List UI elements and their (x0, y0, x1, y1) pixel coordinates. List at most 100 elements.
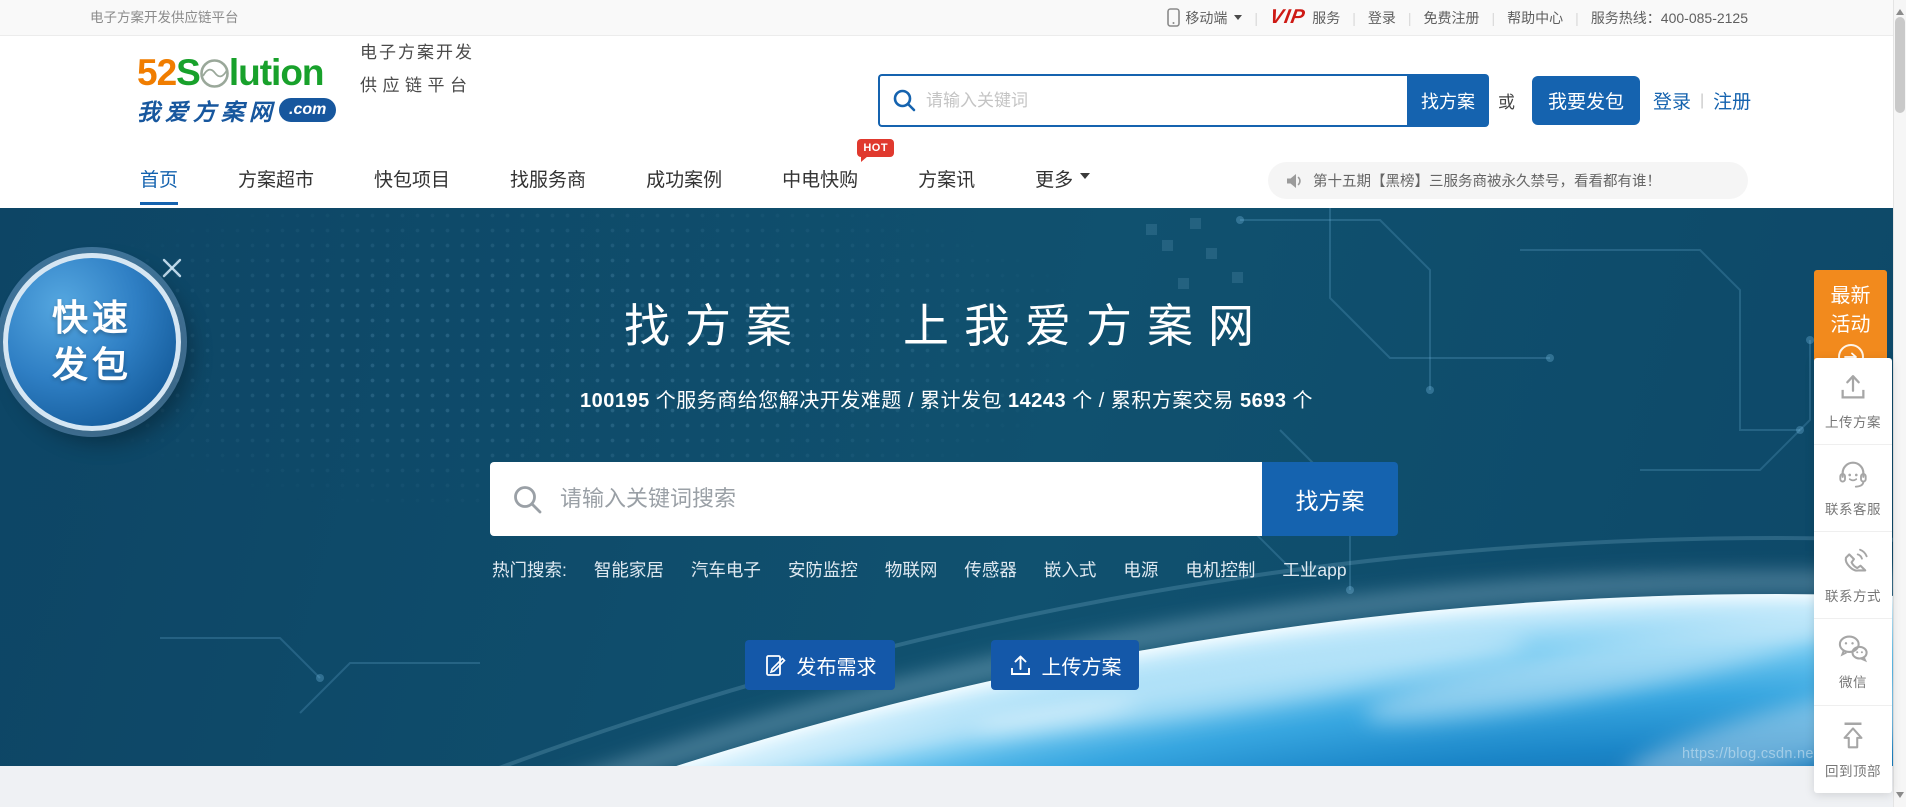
stat-dispatched: 14243 (1008, 390, 1066, 412)
headset-icon (1836, 458, 1870, 490)
nav-item-cec-quickbuy[interactable]: 中电快购 HOT (782, 165, 858, 192)
header-register-link[interactable]: 注册 (1713, 87, 1751, 114)
search-icon (892, 88, 917, 118)
speaker-icon (1286, 173, 1304, 189)
sidebar-contact-support[interactable]: 联系客服 (1814, 445, 1892, 532)
stat-deals: 5693 (1240, 390, 1287, 412)
announcement-text: 第十五期【黑榜】三服务商被永久禁号，看看都有谁！ (1313, 170, 1661, 191)
stat-text-1: 个服务商给您解决开发难题 / 累计发包 (650, 390, 1008, 412)
banner-title-right: 上我爱方案网 (903, 300, 1269, 352)
logo-cn-line: 我爱方案网 .com (137, 93, 607, 127)
sidebar-item-label: 微信 (1839, 671, 1867, 691)
post-project-button[interactable]: 我要发包 (1532, 76, 1640, 125)
hot-keyword[interactable]: 电机控制 (1185, 557, 1255, 582)
mobile-label: 移动端 (1185, 8, 1227, 28)
nav-item-label: 更多 (1035, 170, 1073, 191)
chevron-down-icon (1080, 173, 1090, 184)
activity-line2: 活动 (1814, 311, 1887, 340)
hot-search-row: 热门搜索: 智能家居 汽车电子 安防监控 物联网 传感器 嵌入式 电源 电机控制… (492, 557, 1347, 582)
scroll-down-arrow[interactable] (1896, 792, 1904, 802)
banner-search: 找方案 (490, 462, 1398, 536)
stat-text-3: 个 (1286, 390, 1313, 412)
divider: | (1406, 10, 1414, 26)
sidebar-contact-info[interactable]: 联系方式 (1814, 532, 1892, 619)
logo-wave-o-icon (199, 58, 230, 93)
logo-52: 52 (137, 54, 176, 91)
nav-item-quick-projects[interactable]: 快包项目 (374, 165, 450, 192)
nav-item-label: 中电快购 (782, 170, 858, 191)
sidebar-item-label: 联系客服 (1825, 498, 1881, 518)
banner-title-left: 找方案 (624, 300, 807, 352)
scroll-up-arrow[interactable] (1896, 5, 1904, 15)
sidebar-back-to-top[interactable]: 回到顶部 (1814, 706, 1892, 793)
sidebar-item-label: 上传方案 (1825, 411, 1881, 431)
hot-keyword[interactable]: 汽车电子 (691, 557, 761, 582)
publish-demand-button[interactable]: 发布需求 (745, 640, 895, 690)
sidebar-wechat[interactable]: 微信 (1814, 619, 1892, 706)
sidebar-item-label: 联系方式 (1825, 585, 1881, 605)
upload-solution-label: 上传方案 (1042, 651, 1122, 680)
upload-solution-button[interactable]: 上传方案 (991, 640, 1139, 690)
nav-item-news[interactable]: 方案讯 (918, 165, 975, 192)
nav-item-more[interactable]: 更多 (1035, 165, 1090, 192)
free-register-link[interactable]: 免费注册 (1424, 8, 1480, 28)
nav-item-success-cases[interactable]: 成功案例 (646, 165, 722, 192)
logo-tagline-2: 供应链平台 (360, 71, 474, 96)
banner-title: 找方案 上我爱方案网 (0, 290, 1893, 356)
logo-solution-rest: lution (229, 54, 324, 91)
hot-keyword[interactable]: 工业app (1282, 557, 1346, 582)
divider: | (1350, 10, 1358, 26)
divider: | (1252, 10, 1260, 26)
hot-keyword[interactable]: 安防监控 (788, 557, 858, 582)
sidebar-item-label: 回到顶部 (1825, 760, 1881, 780)
search-icon (512, 484, 543, 520)
login-link[interactable]: 登录 (1368, 8, 1396, 28)
latest-activity-button[interactable]: 最新 活动 (1814, 270, 1887, 366)
stat-providers: 100195 (580, 390, 650, 412)
banner-search-input[interactable] (490, 462, 1262, 536)
header-auth: 登录 | 注册 (1653, 87, 1751, 114)
nav-item-solution-market[interactable]: 方案超市 (238, 165, 314, 192)
logo-tagline-1: 电子方案开发 (360, 38, 474, 63)
hot-keyword[interactable]: 物联网 (885, 557, 938, 582)
nav-item-find-providers[interactable]: 找服务商 (510, 165, 586, 192)
banner-stats: 100195 个服务商给您解决开发难题 / 累计发包 14243 个 / 累积方… (0, 384, 1893, 413)
header-search: 找方案 (878, 74, 1489, 127)
platform-tagline: 电子方案开发供应链平台 (90, 0, 239, 35)
logo-solution-s: S (176, 54, 200, 91)
header-search-input[interactable] (878, 74, 1407, 127)
caret-down-icon (1234, 15, 1242, 24)
hot-search-label: 热门搜索: (492, 557, 567, 582)
edit-icon (764, 654, 787, 677)
hot-keyword[interactable]: 电源 (1123, 557, 1158, 582)
header-search-button[interactable]: 找方案 (1407, 74, 1489, 127)
help-center-link[interactable]: 帮助中心 (1507, 8, 1563, 28)
service-hotline: 服务热线：400-085-2125 (1591, 8, 1748, 28)
main-nav: 首页 方案超市 快包项目 找服务商 成功案例 中电快购 HOT 方案讯 更多 第… (0, 145, 1893, 208)
nav-item-home[interactable]: 首页 (140, 165, 178, 192)
back-to-top-icon (1837, 720, 1869, 752)
sidebar-upload-solution[interactable]: 上传方案 (1814, 358, 1892, 445)
top-utility-bar: 电子方案开发供应链平台 移动端 | VIP 服务 | 登录 | 免费注册 | 帮… (0, 0, 1893, 36)
close-icon[interactable] (160, 256, 184, 285)
phone-icon (1837, 545, 1869, 577)
hero-banner: 快速 发包 找方案上我爱方案网 100195 个服务商给您解决开发难题 / 累计… (0, 208, 1893, 766)
scrollbar[interactable] (1893, 0, 1906, 807)
header-login-link[interactable]: 登录 (1653, 87, 1691, 114)
mobile-phone-icon (1167, 8, 1180, 27)
hot-keyword[interactable]: 传感器 (964, 557, 1017, 582)
mobile-menu[interactable]: 移动端 (1167, 8, 1242, 28)
hot-badge: HOT (857, 139, 894, 157)
divider: | (1573, 10, 1581, 26)
activity-line1: 最新 (1814, 282, 1887, 311)
topbar-links: 移动端 | VIP 服务 | 登录 | 免费注册 | 帮助中心 | 服务热线：4… (1167, 0, 1748, 35)
banner-search-button[interactable]: 找方案 (1262, 462, 1398, 536)
hot-keyword[interactable]: 嵌入式 (1044, 557, 1097, 582)
announcement-bar[interactable]: 第十五期【黑榜】三服务商被永久禁号，看看都有谁！ (1268, 162, 1748, 199)
scrollbar-thumb[interactable] (1895, 17, 1905, 113)
vip-service-label: 服务 (1312, 8, 1340, 28)
hot-keyword[interactable]: 智能家居 (594, 557, 664, 582)
upload-icon (1837, 371, 1869, 403)
divider: | (1700, 92, 1704, 110)
vip-service-link[interactable]: VIP 服务 (1270, 6, 1340, 29)
